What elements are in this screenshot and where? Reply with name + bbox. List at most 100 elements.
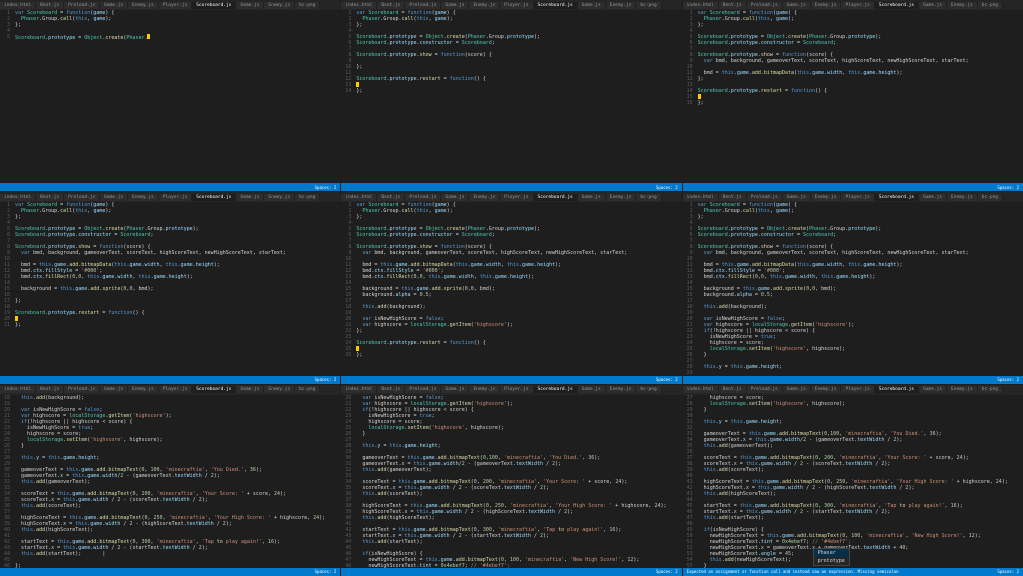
tab-game-js[interactable]: Game.js: [441, 386, 469, 393]
tab-scoreboard-js[interactable]: Scoreboard.js: [192, 2, 236, 9]
code-editor[interactable]: 1234567891011121314151617181920212223242…: [683, 202, 1023, 375]
tab-game-js[interactable]: Game.js: [919, 194, 947, 201]
tab-enemy-js[interactable]: Enemy.js: [128, 2, 159, 9]
tab-boot-js[interactable]: Boot.js: [377, 2, 405, 9]
code-content[interactable]: var isNewHighScore = false; var highscor…: [353, 395, 681, 568]
tab-boot-js[interactable]: Boot.js: [719, 194, 747, 201]
tab-enemy-js[interactable]: Enemy.js: [264, 194, 295, 201]
tab-preload-js[interactable]: Preload.js: [747, 194, 783, 201]
tab-player-js[interactable]: Player.js: [500, 2, 533, 9]
code-content[interactable]: this.add(background); var isNewHighScore…: [12, 395, 340, 568]
tab-enemy-js[interactable]: Enemy.js: [469, 2, 500, 9]
tab-bc-png[interactable]: bc-png: [978, 2, 1003, 9]
tab-scoreboard-js[interactable]: Scoreboard.js: [534, 386, 578, 393]
tab-boot-js[interactable]: Boot.js: [36, 2, 64, 9]
status-spaces[interactable]: Spaces: 2: [656, 569, 678, 574]
editor-pane-7[interactable]: index.htmlBoot.jsPreload.jsGame.jsEnemy.…: [0, 385, 340, 576]
tab-player-js[interactable]: Player.js: [841, 194, 874, 201]
code-content[interactable]: var Scoreboard = function(game) { Phaser…: [12, 10, 340, 183]
tab-bc-png[interactable]: bc-png: [636, 194, 661, 201]
tab-enemy-js[interactable]: Enemy.js: [128, 386, 159, 393]
tab-enemy-js[interactable]: Enemy.js: [811, 386, 842, 393]
tab-enemy-js[interactable]: Enemy.js: [128, 194, 159, 201]
tab-scoreboard-js[interactable]: Scoreboard.js: [192, 386, 236, 393]
tab-index-html[interactable]: index.html: [341, 386, 377, 393]
editor-pane-3[interactable]: index.htmlBoot.jsPreload.jsGame.jsEnemy.…: [683, 0, 1023, 191]
tab-enemy-js[interactable]: Enemy.js: [947, 386, 978, 393]
tab-player-js[interactable]: Player.js: [159, 2, 192, 9]
editor-pane-9[interactable]: index.htmlBoot.jsPreload.jsGame.jsEnemy.…: [683, 385, 1023, 576]
autocomplete-popup[interactable]: Phaserprototype: [813, 548, 850, 566]
tab-game-js[interactable]: Game.js: [919, 2, 947, 9]
tab-index-html[interactable]: index.html: [683, 2, 719, 9]
tab-preload-js[interactable]: Preload.js: [405, 194, 441, 201]
status-spaces[interactable]: Spaces: 2: [997, 377, 1019, 382]
code-editor[interactable]: 12345678910111213141516var Scoreboard = …: [683, 10, 1023, 183]
tab-game-js[interactable]: Game.js: [783, 194, 811, 201]
tab-game-js[interactable]: Game.js: [236, 194, 264, 201]
tab-scoreboard-js[interactable]: Scoreboard.js: [534, 2, 578, 9]
tab-boot-js[interactable]: Boot.js: [719, 2, 747, 9]
tab-preload-js[interactable]: Preload.js: [747, 386, 783, 393]
tab-preload-js[interactable]: Preload.js: [64, 2, 100, 9]
tab-enemy-js[interactable]: Enemy.js: [606, 386, 637, 393]
tab-preload-js[interactable]: Preload.js: [405, 2, 441, 9]
code-editor[interactable]: 2021222324252627282930313233343536373839…: [341, 395, 681, 568]
code-content[interactable]: var Scoreboard = function(game) { Phaser…: [695, 10, 1023, 183]
tab-preload-js[interactable]: Preload.js: [747, 2, 783, 9]
tab-game-js[interactable]: Game.js: [919, 386, 947, 393]
editor-pane-6[interactable]: index.htmlBoot.jsPreload.jsGame.jsEnemy.…: [683, 192, 1023, 383]
code-content[interactable]: var Scoreboard = function(game) { Phaser…: [353, 202, 681, 375]
tab-bc-png[interactable]: bc-png: [636, 386, 661, 393]
tab-scoreboard-js[interactable]: Scoreboard.js: [875, 2, 919, 9]
tab-game-js[interactable]: Game.js: [236, 386, 264, 393]
code-editor[interactable]: 1234567891011121314var Scoreboard = func…: [341, 10, 681, 183]
editor-pane-2[interactable]: index.htmlBoot.jsPreload.jsGame.jsEnemy.…: [341, 0, 681, 191]
status-spaces[interactable]: Spaces: 2: [656, 377, 678, 382]
tab-bc-png[interactable]: bc-png: [295, 386, 320, 393]
code-content[interactable]: highscore = score; localStorage.setItem(…: [695, 395, 1023, 568]
editor-pane-1[interactable]: index.htmlBoot.jsPreload.jsGame.jsEnemy.…: [0, 0, 340, 191]
tab-index-html[interactable]: index.html: [0, 194, 36, 201]
tab-enemy-js[interactable]: Enemy.js: [469, 194, 500, 201]
tab-preload-js[interactable]: Preload.js: [64, 194, 100, 201]
tab-player-js[interactable]: Player.js: [500, 194, 533, 201]
tab-game-js[interactable]: Game.js: [100, 2, 128, 9]
tab-game-js[interactable]: Game.js: [100, 386, 128, 393]
tab-enemy-js[interactable]: Enemy.js: [947, 2, 978, 9]
status-spaces[interactable]: Spaces: 2: [315, 569, 337, 574]
tab-index-html[interactable]: index.html: [0, 2, 36, 9]
code-editor[interactable]: 1234567891011121314151617181920212223242…: [341, 202, 681, 375]
tab-index-html[interactable]: index.html: [683, 194, 719, 201]
tab-index-html[interactable]: index.html: [683, 386, 719, 393]
tab-boot-js[interactable]: Boot.js: [719, 386, 747, 393]
tab-game-js[interactable]: Game.js: [578, 386, 606, 393]
tab-index-html[interactable]: index.html: [341, 194, 377, 201]
code-editor[interactable]: 1819202122232425262728293031323334353637…: [0, 395, 340, 568]
tab-enemy-js[interactable]: Enemy.js: [947, 194, 978, 201]
tab-game-js[interactable]: Game.js: [236, 2, 264, 9]
code-editor[interactable]: 123456789101112131415161718192021var Sco…: [0, 202, 340, 375]
tab-index-html[interactable]: index.html: [0, 386, 36, 393]
status-spaces[interactable]: Spaces: 2: [315, 377, 337, 382]
autocomplete-item[interactable]: prototype: [814, 557, 849, 565]
editor-pane-5[interactable]: index.htmlBoot.jsPreload.js Game.js Enemy.…: [341, 192, 681, 383]
tab-game-js[interactable]: Game.js: [578, 194, 606, 201]
tab-player-js[interactable]: Player.js: [159, 386, 192, 393]
editor-pane-8[interactable]: index.htmlBoot.jsPreload.jsGame.jsEnemy.…: [341, 385, 681, 576]
tab-bc-png[interactable]: bc-png: [978, 194, 1003, 201]
tab-boot-js[interactable]: Boot.js: [377, 194, 405, 201]
tab-game-js[interactable]: Game.js: [578, 2, 606, 9]
tab-game-js[interactable]: Game.js: [441, 2, 469, 9]
tab-enemy-js[interactable]: Enemy.js: [264, 2, 295, 9]
tab-bc-png[interactable]: bc-png: [295, 194, 320, 201]
status-spaces[interactable]: Spaces: 2: [997, 185, 1019, 190]
code-editor[interactable]: 2728293031323334353637383940414243444546…: [683, 395, 1023, 568]
code-content[interactable]: var Scoreboard = function(game) { Phaser…: [12, 202, 340, 375]
editor-pane-4[interactable]: index.htmlBoot.jsPreload.jsGame.jsEnemy.…: [0, 192, 340, 383]
tab-scoreboard-js[interactable]: Scoreboard.js: [875, 386, 919, 393]
tab-enemy-js[interactable]: Enemy.js: [811, 2, 842, 9]
tab-player-js[interactable]: Player.js: [841, 2, 874, 9]
tab-scoreboard-js[interactable]: Scoreboard.js: [192, 194, 236, 201]
code-editor[interactable]: 12345var Scoreboard = function(game) { P…: [0, 10, 340, 183]
